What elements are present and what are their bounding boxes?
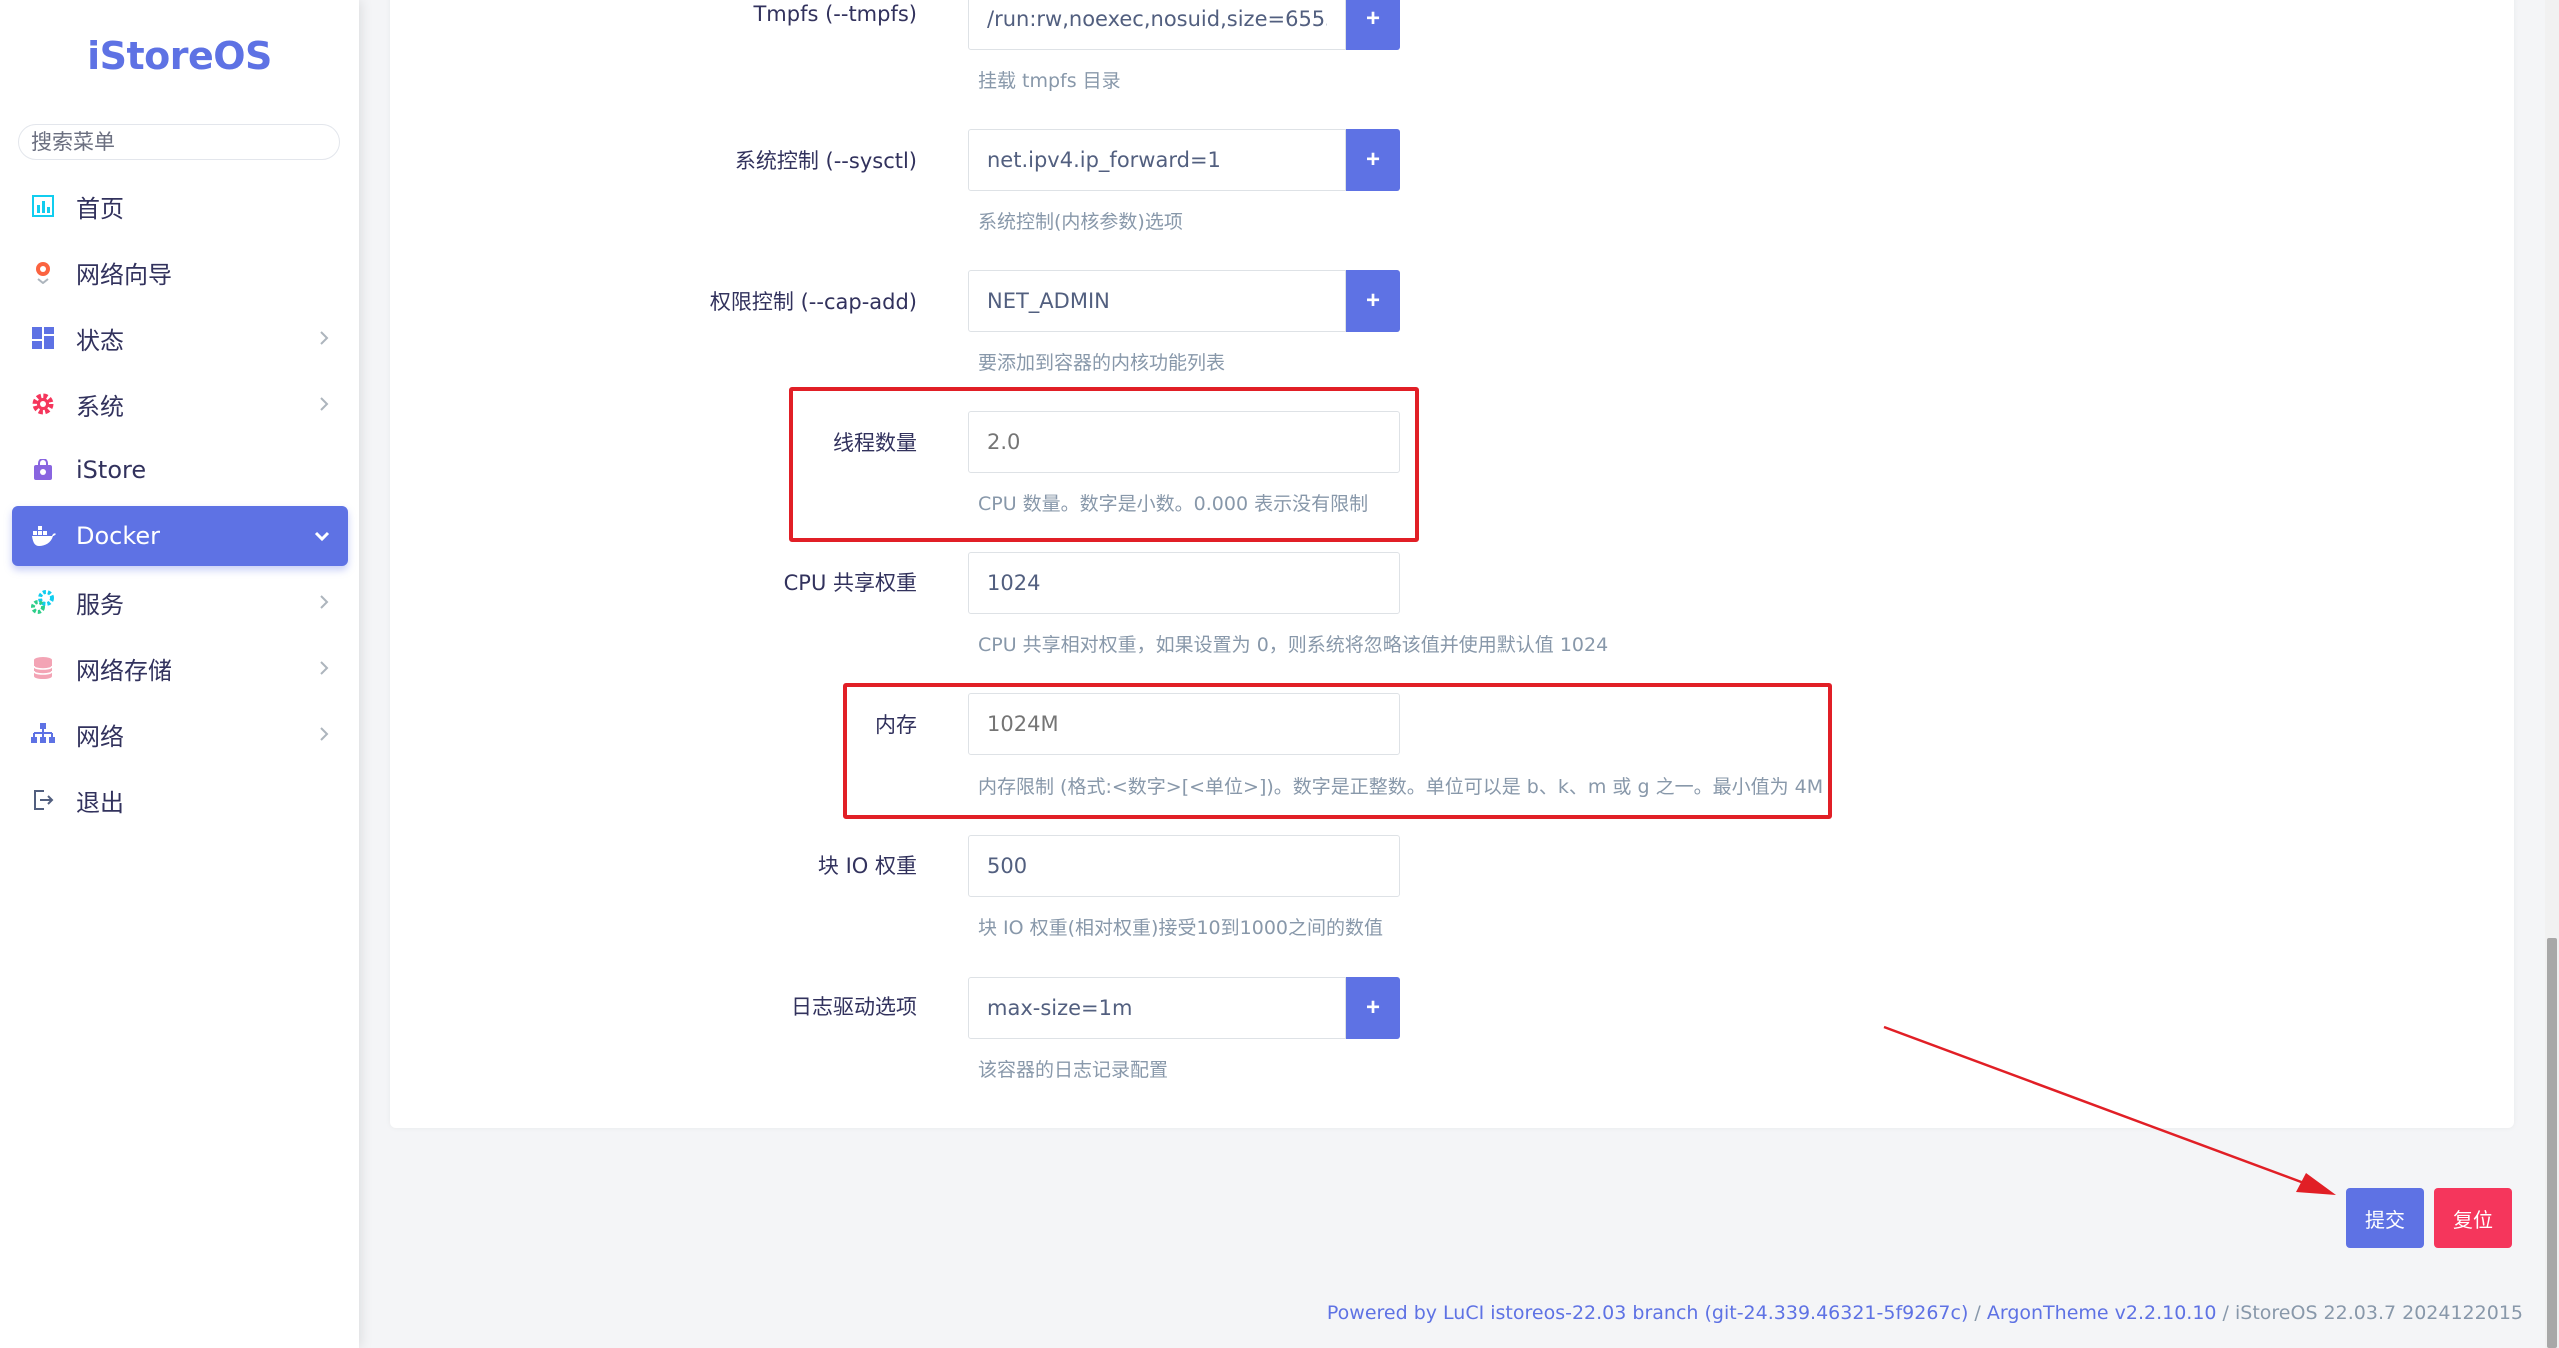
sysctl-help: 系统控制(内核参数)选项 xyxy=(978,211,1183,233)
reset-button[interactable]: 复位 xyxy=(2434,1188,2512,1248)
sidebar: iStoreOS 首页 网络向导 状态 系统 iStore xyxy=(0,0,359,1348)
cpu-shares-label: CPU 共享权重 xyxy=(783,571,917,595)
log-opt-add-button[interactable]: + xyxy=(1346,977,1400,1039)
sysctl-label: 系统控制 (--sysctl) xyxy=(734,149,917,173)
memory-input[interactable] xyxy=(968,693,1400,755)
log-opt-input[interactable] xyxy=(968,977,1346,1039)
log-opt-help: 该容器的日志记录配置 xyxy=(978,1059,1169,1081)
nav-label: 网络存储 xyxy=(76,656,172,685)
nav-label: 首页 xyxy=(76,194,124,223)
logout-icon xyxy=(30,787,56,813)
blkio-weight-label: 块 IO 权重 xyxy=(817,854,917,878)
sysctl-add-button[interactable]: + xyxy=(1346,129,1400,191)
tmpfs-label: Tmpfs (--tmpfs) xyxy=(753,2,917,26)
menu-search-input[interactable] xyxy=(18,124,340,160)
footer-theme-link[interactable]: ArgonTheme v2.2.10.10 xyxy=(1987,1302,2217,1324)
cpus-label: 线程数量 xyxy=(833,431,917,455)
blkio-weight-input[interactable] xyxy=(968,835,1400,897)
cpus-input[interactable] xyxy=(968,411,1400,473)
submit-button[interactable]: 提交 xyxy=(2346,1188,2424,1248)
nav-item-home[interactable]: 首页 xyxy=(12,176,348,236)
nav-item-network[interactable]: 网络 xyxy=(12,704,348,764)
chevron-right-icon xyxy=(318,374,330,434)
tmpfs-input[interactable] xyxy=(968,0,1346,50)
nav-item-istore[interactable]: iStore xyxy=(12,440,348,500)
bar-chart-icon xyxy=(30,193,56,219)
cpus-help: CPU 数量。数字是小数。0.000 表示没有限制 xyxy=(978,493,1369,515)
cap-add-help: 要添加到容器的内核功能列表 xyxy=(978,352,1226,374)
chevron-right-icon xyxy=(318,308,330,368)
chevron-down-icon xyxy=(314,506,330,566)
nav-item-docker[interactable]: Docker xyxy=(12,506,348,566)
nav-label: 服务 xyxy=(76,590,124,619)
footer-version: iStoreOS 22.03.7 2024122015 xyxy=(2235,1302,2523,1324)
map-pin-icon xyxy=(30,259,56,285)
nav-item-status[interactable]: 状态 xyxy=(12,308,348,368)
nav-label: 网络 xyxy=(76,722,124,751)
footer-powered-link[interactable]: Powered by LuCI istoreos-22.03 branch (g… xyxy=(1327,1302,1968,1324)
docker-icon xyxy=(30,523,56,549)
sysctl-input[interactable] xyxy=(968,129,1346,191)
blkio-weight-help: 块 IO 权重(相对权重)接受10到1000之间的数值 xyxy=(978,917,1383,939)
cpu-shares-input[interactable] xyxy=(968,552,1400,614)
store-bag-icon xyxy=(30,457,56,483)
chevron-right-icon xyxy=(318,572,330,632)
cpu-shares-help: CPU 共享相对权重，如果设置为 0，则系统将忽略该值并使用默认值 1024 xyxy=(978,634,1609,656)
footer-separator: / xyxy=(1968,1302,1987,1324)
nav-label: 系统 xyxy=(76,392,124,421)
footer: Powered by LuCI istoreos-22.03 branch (g… xyxy=(1327,1302,2523,1324)
nav-item-system[interactable]: 系统 xyxy=(12,374,348,434)
tmpfs-help: 挂载 tmpfs 目录 xyxy=(978,70,1121,92)
brand-logo[interactable]: iStoreOS xyxy=(0,34,359,78)
gear-icon xyxy=(30,391,56,417)
nav-item-logout[interactable]: 退出 xyxy=(12,770,348,830)
nav-item-network-wizard[interactable]: 网络向导 xyxy=(12,242,348,302)
dashboard-icon xyxy=(30,325,56,351)
database-icon xyxy=(30,655,56,681)
network-tree-icon xyxy=(30,721,56,747)
cap-add-label: 权限控制 (--cap-add) xyxy=(709,290,917,314)
log-opt-label: 日志驱动选项 xyxy=(791,995,917,1019)
cap-add-add-button[interactable]: + xyxy=(1346,270,1400,332)
container-settings-card xyxy=(390,0,2514,1128)
nav-item-network-storage[interactable]: 网络存储 xyxy=(12,638,348,698)
memory-help: 内存限制 (格式:<数字>[<单位>])。数字是正整数。单位可以是 b、k、m … xyxy=(978,776,1824,798)
nav-label: 网络向导 xyxy=(76,260,172,289)
nav-label: 退出 xyxy=(76,788,124,817)
services-cogs-icon xyxy=(30,589,56,615)
cap-add-input[interactable] xyxy=(968,270,1346,332)
tmpfs-add-button[interactable]: + xyxy=(1346,0,1400,50)
scrollbar-thumb[interactable] xyxy=(2547,938,2557,1348)
nav-item-services[interactable]: 服务 xyxy=(12,572,348,632)
nav-label: 状态 xyxy=(76,326,124,355)
chevron-right-icon xyxy=(318,638,330,698)
footer-separator: / xyxy=(2216,1302,2235,1324)
nav-label: iStore xyxy=(76,456,147,484)
chevron-right-icon xyxy=(318,704,330,764)
memory-label: 内存 xyxy=(875,713,917,737)
nav-label: Docker xyxy=(76,522,161,550)
